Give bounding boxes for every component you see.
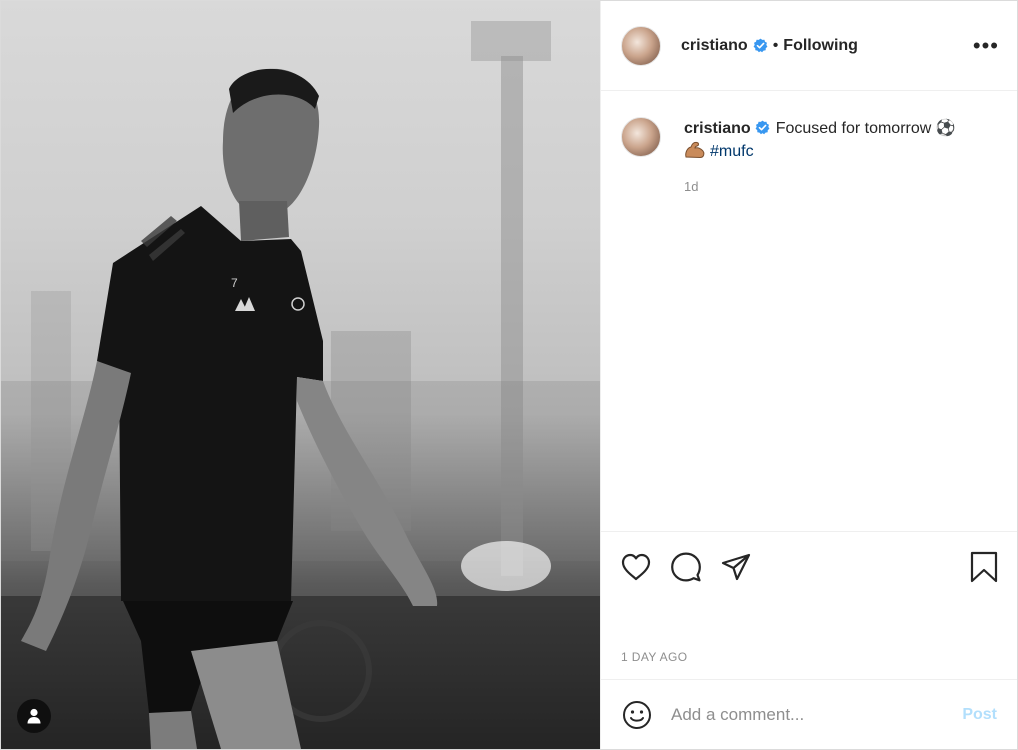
comments-area: cristiano Focused for tomorrow ⚽ #mufc 1… <box>601 91 1017 531</box>
author-username[interactable]: cristiano <box>681 37 748 55</box>
user-tag-icon <box>27 708 41 724</box>
comment-bubble-icon <box>671 552 701 581</box>
caption-text: Focused for tomorrow ⚽ <box>775 120 956 137</box>
post-photo[interactable]: 7 <box>1 1 600 749</box>
save-button[interactable] <box>967 550 1001 584</box>
flexed-biceps-icon <box>685 141 705 159</box>
header-separator: • <box>772 36 779 54</box>
verified-badge-icon <box>753 38 768 53</box>
more-options-button[interactable]: ••• <box>973 34 999 57</box>
caption-body: cristiano Focused for tomorrow ⚽ #mufc <box>684 117 994 163</box>
action-bar <box>601 531 1017 601</box>
comment-input[interactable] <box>671 704 963 725</box>
emoji-button[interactable] <box>621 699 653 731</box>
share-button[interactable] <box>719 550 753 584</box>
caption-username[interactable]: cristiano <box>684 120 751 137</box>
post-side-panel: cristiano • Following ••• cristiano Focu… <box>600 1 1017 749</box>
post-header: cristiano • Following ••• <box>601 1 1017 91</box>
paper-plane-icon <box>721 553 751 580</box>
caption-hashtag[interactable]: #mufc <box>710 143 754 160</box>
post-timestamp[interactable]: 1 DAY AGO <box>601 645 1017 679</box>
bookmark-icon <box>970 551 998 582</box>
following-button[interactable]: Following <box>783 37 858 55</box>
verified-badge-icon <box>755 120 770 135</box>
caption-time[interactable]: 1d <box>684 179 997 194</box>
likes-row <box>601 601 1017 645</box>
caption-avatar[interactable] <box>621 117 661 157</box>
author-avatar[interactable] <box>621 25 661 66</box>
add-comment-section: Post <box>601 679 1017 749</box>
heart-icon <box>621 553 651 580</box>
smiley-icon <box>623 700 651 729</box>
post-comment-button[interactable]: Post <box>962 706 997 724</box>
comment-button[interactable] <box>669 550 703 584</box>
instagram-post-modal: 7 cristiano • Following ••• cristiano Fo… <box>0 0 1018 750</box>
like-button[interactable] <box>619 550 653 584</box>
caption: cristiano Focused for tomorrow ⚽ #mufc <box>621 117 997 163</box>
photo-scene: 7 <box>1 21 600 749</box>
user-tag-button[interactable] <box>17 699 51 733</box>
svg-text:7: 7 <box>231 276 238 290</box>
